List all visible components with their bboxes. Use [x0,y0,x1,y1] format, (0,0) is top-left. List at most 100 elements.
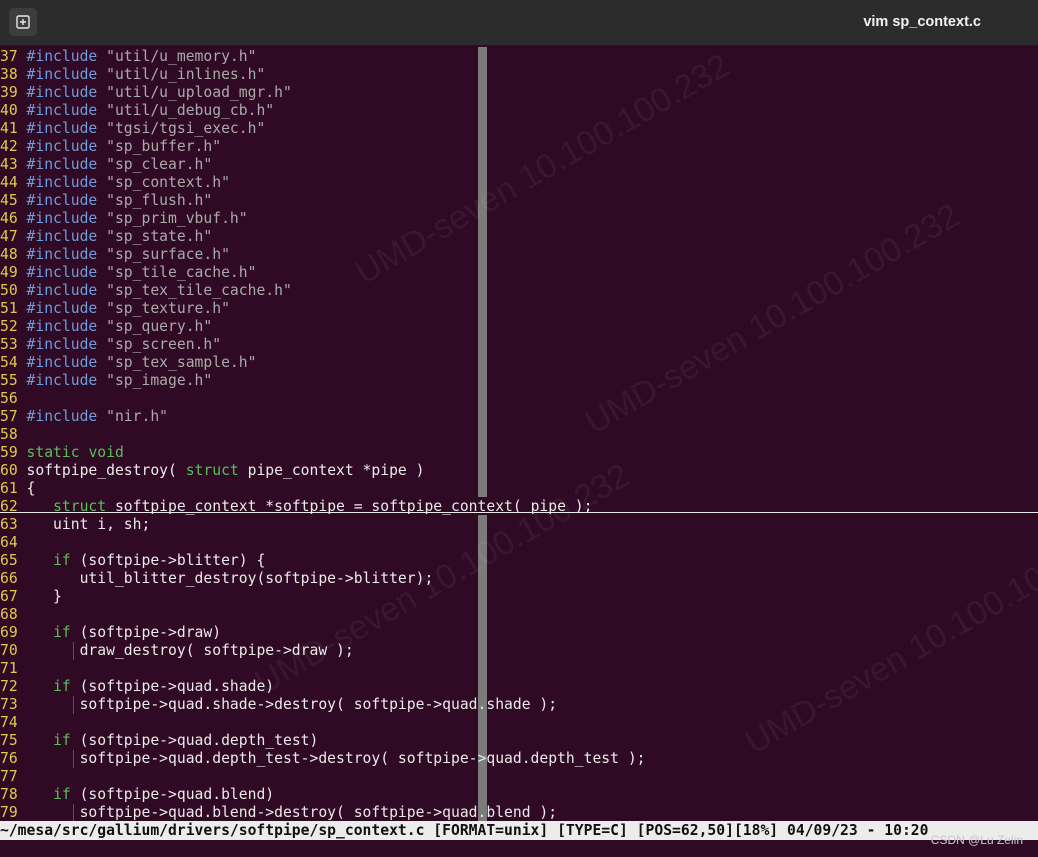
line-number: 73 [0,696,18,713]
code-line[interactable]: 51 #include "sp_texture.h" [0,300,230,318]
code-line-cursor[interactable]: 62 struct softpipe_context *softpipe = s… [0,498,592,516]
vim-editor-buffer[interactable]: 37 #include "util/u_memory.h" 38 #include… [0,47,1038,821]
code-line[interactable]: 57 #include "nir.h" [0,408,168,426]
new-tab-icon [16,15,30,29]
line-number: 67 [0,588,18,605]
preprocessor-token: #include [26,228,98,245]
code-line[interactable]: 59 static void [0,444,124,462]
code-line[interactable]: 63 uint i, sh; [0,516,150,534]
code-line[interactable]: 66 util_blitter_destroy(softpipe->blitte… [0,570,433,588]
code-line[interactable]: 79 softpipe->quad.blend->destroy( softpi… [0,804,557,821]
code-line[interactable]: 74 [0,714,27,732]
code-line[interactable]: 73 softpipe->quad.shade->destroy( softpi… [0,696,557,714]
line-number: 37 [0,48,18,65]
code-line[interactable]: 68 [0,606,27,624]
code-line[interactable]: 61 { [0,480,35,498]
string-token: "util/u_memory.h" [106,48,257,65]
code-token: softpipe->quad.shade->destroy( softpipe-… [26,696,558,713]
preprocessor-token: #include [26,156,98,173]
new-tab-button[interactable] [9,8,37,36]
preprocessor-token: #include [26,210,98,227]
code-line[interactable]: 37 #include "util/u_memory.h" [0,48,256,66]
string-token: "sp_flush.h" [106,192,213,209]
code-token: { [26,480,36,497]
scrollbar-upper[interactable] [478,47,487,497]
code-line[interactable]: 42 #include "sp_buffer.h" [0,138,221,156]
code-line[interactable]: 67 } [0,588,62,606]
code-line[interactable]: 78 if (softpipe->quad.blend) [0,786,274,804]
code-token: } [26,588,62,605]
code-line[interactable]: 44 #include "sp_context.h" [0,174,230,192]
code-line[interactable]: 48 #include "sp_surface.h" [0,246,230,264]
code-token: util_blitter_destroy(softpipe->blitter); [26,570,434,587]
code-line[interactable]: 70 draw_destroy( softpipe->draw ); [0,642,354,660]
code-line[interactable]: 75 if (softpipe->quad.depth_test) [0,732,318,750]
code-line[interactable]: 60 softpipe_destroy( struct pipe_context… [0,462,424,480]
code-line[interactable]: 64 [0,534,27,552]
string-token: "sp_texture.h" [106,300,230,317]
string-token: "sp_context.h" [106,174,230,191]
code-token: softpipe->quad.blend->destroy( softpipe-… [26,804,558,821]
code-token: softpipe_context *softpipe = softpipe_co… [106,498,593,515]
line-number: 51 [0,300,18,317]
code-line[interactable]: 56 [0,390,27,408]
code-line[interactable]: 46 #include "sp_prim_vbuf.h" [0,210,248,228]
preprocessor-token: #include [26,66,98,83]
preprocessor-token: #include [26,354,98,371]
keyword-token: void [88,444,124,461]
line-number: 48 [0,246,18,263]
code-line[interactable]: 45 #include "sp_flush.h" [0,192,212,210]
code-line[interactable]: 40 #include "util/u_debug_cb.h" [0,102,274,120]
keyword-token: if [53,552,71,569]
line-number: 54 [0,354,18,371]
code-line[interactable]: 53 #include "sp_screen.h" [0,336,221,354]
line-number: 69 [0,624,18,641]
code-line[interactable]: 54 #include "sp_tex_sample.h" [0,354,256,372]
code-line[interactable]: 52 #include "sp_query.h" [0,318,212,336]
code-token: draw_destroy( softpipe->draw ); [26,642,354,659]
string-token: "tgsi/tgsi_exec.h" [106,120,266,137]
string-token: "sp_tex_tile_cache.h" [106,282,292,299]
line-number: 45 [0,192,18,209]
code-line[interactable]: 47 #include "sp_state.h" [0,228,212,246]
string-token: "nir.h" [106,408,169,425]
code-line[interactable]: 58 [0,426,27,444]
code-line[interactable]: 76 softpipe->quad.depth_test->destroy( s… [0,750,646,768]
preprocessor-token: #include [26,120,98,137]
code-line[interactable]: 69 if (softpipe->draw) [0,624,221,642]
code-line[interactable]: 39 #include "util/u_upload_mgr.h" [0,84,292,102]
line-number: 46 [0,210,18,227]
code-line[interactable]: 77 [0,768,27,786]
code-line[interactable]: 55 #include "sp_image.h" [0,372,212,390]
code-line[interactable]: 49 #include "sp_tile_cache.h" [0,264,256,282]
string-token: "util/u_upload_mgr.h" [106,84,292,101]
code-line[interactable]: 41 #include "tgsi/tgsi_exec.h" [0,120,265,138]
code-line[interactable]: 50 #include "sp_tex_tile_cache.h" [0,282,292,300]
code-line[interactable]: 38 #include "util/u_inlines.h" [0,66,265,84]
keyword-token: if [53,624,71,641]
preprocessor-token: #include [26,336,98,353]
preprocessor-token: #include [26,102,98,119]
code-line[interactable]: 43 #include "sp_clear.h" [0,156,212,174]
code-line[interactable]: 72 if (softpipe->quad.shade) [0,678,274,696]
title-bar: vim sp_context.c [0,0,1038,46]
line-number: 74 [0,714,18,731]
command-line[interactable] [0,840,1038,857]
line-number: 68 [0,606,18,623]
line-number: 75 [0,732,18,749]
line-number: 49 [0,264,18,281]
code-token: (softpipe->draw) [70,624,222,641]
scrollbar-lower[interactable] [478,515,487,821]
preprocessor-token: #include [26,408,98,425]
code-line[interactable]: 71 [0,660,27,678]
code-line[interactable]: 65 if (softpipe->blitter) { [0,552,265,570]
line-number: 64 [0,534,18,551]
line-number: 56 [0,390,18,407]
credit-watermark: CSDN @Lu Zelin [930,833,1023,847]
